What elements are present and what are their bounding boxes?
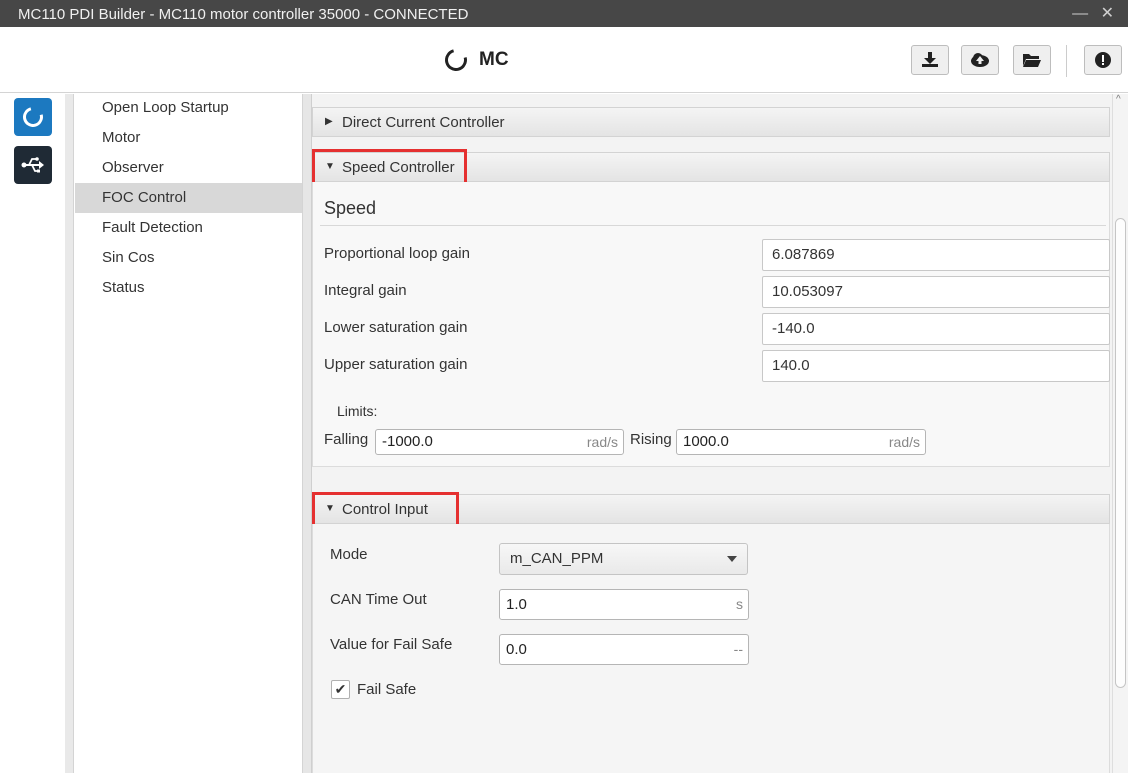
folder-open-icon (1023, 54, 1041, 67)
cloud-upload-icon (971, 53, 989, 67)
highlight-box (312, 149, 467, 186)
nav-item-open-loop-startup[interactable]: Open Loop Startup (75, 94, 302, 123)
section-direct-current-controller[interactable]: ▶ Direct Current Controller (312, 107, 1110, 137)
limits-label: Limits: (337, 403, 378, 419)
integral-gain-label: Integral gain (324, 282, 407, 299)
can-timeout-value: 1.0 (506, 596, 527, 613)
nav-item-status[interactable]: Status (75, 273, 302, 303)
failsafe-checkbox-label: Fail Safe (357, 681, 417, 698)
collapsed-arrow-icon: ▶ (325, 116, 333, 127)
lower-saturation-gain-input[interactable]: -140.0 (762, 313, 1110, 345)
rising-label: Rising (630, 431, 672, 448)
falling-limit-unit: rad/s (586, 434, 618, 450)
can-timeout-unit: s (736, 596, 743, 612)
speed-subheading: Speed (324, 198, 377, 218)
nav-item-foc-control[interactable]: FOC Control (75, 183, 302, 213)
vertical-scrollbar[interactable]: ^ (1112, 94, 1128, 773)
highlight-box (312, 492, 459, 527)
section-label: Direct Current Controller (342, 114, 505, 131)
mc-ring-icon (19, 103, 47, 131)
falling-limit-input[interactable]: -1000.0 rad/s (375, 429, 624, 455)
proportional-gain-input[interactable]: 6.087869 (762, 239, 1110, 271)
mc-ring-icon (440, 44, 472, 76)
nav-item-motor[interactable]: Motor (75, 123, 302, 153)
usb-icon (21, 157, 44, 173)
failsafe-value-input[interactable]: 0.0 -- (499, 634, 749, 665)
divider (320, 225, 1106, 226)
chevron-down-icon (727, 556, 737, 562)
falling-limit-value: -1000.0 (382, 433, 433, 450)
can-timeout-input[interactable]: 1.0 s (499, 589, 749, 620)
proportional-gain-label: Proportional loop gain (324, 245, 470, 262)
mc-app-button[interactable] (14, 98, 52, 136)
mode-selected-value: m_CAN_PPM (510, 550, 604, 567)
falling-label: Falling (324, 431, 369, 448)
left-icon-strip (0, 94, 74, 773)
download-button[interactable] (911, 45, 949, 75)
rising-limit-value: 1000.0 (683, 433, 729, 450)
cloud-upload-button[interactable] (961, 45, 999, 75)
main-content: ▶ Direct Current Controller ▼ Speed Cont… (312, 94, 1112, 773)
nav-tree: Open Loop Startup Motor Observer FOC Con… (75, 94, 303, 773)
nav-item-fault-detection[interactable]: Fault Detection (75, 213, 302, 243)
nav-item-sin-cos[interactable]: Sin Cos (75, 243, 302, 273)
usb-button[interactable] (14, 146, 52, 184)
toolbar-separator (1066, 45, 1067, 77)
upper-saturation-gain-input[interactable]: 140.0 (762, 350, 1110, 382)
nav-item-observer[interactable]: Observer (75, 153, 302, 183)
mode-label: Mode (330, 546, 368, 563)
scrollbar-thumb[interactable] (1115, 218, 1126, 688)
nav-splitter[interactable] (303, 94, 312, 773)
failsafe-checkbox[interactable]: ✔ (331, 680, 350, 699)
download-icon (922, 52, 938, 67)
window-controls[interactable]: — ✕ (1072, 3, 1118, 23)
mode-select[interactable]: m_CAN_PPM (499, 543, 748, 575)
window-title: MC110 PDI Builder - MC110 motor controll… (18, 6, 469, 23)
integral-gain-input[interactable]: 10.053097 (762, 276, 1110, 308)
can-timeout-label: CAN Time Out (330, 591, 427, 608)
app-header: MC (0, 27, 1128, 93)
checkmark-icon: ✔ (334, 681, 347, 697)
rising-limit-input[interactable]: 1000.0 rad/s (676, 429, 926, 455)
failsafe-value-label: Value for Fail Safe (330, 636, 453, 653)
failsafe-value-unit: -- (733, 641, 743, 657)
alert-button[interactable] (1084, 45, 1122, 75)
window-titlebar: MC110 PDI Builder - MC110 motor controll… (0, 0, 1128, 27)
rising-limit-unit: rad/s (888, 434, 920, 450)
failsafe-value: 0.0 (506, 641, 527, 658)
app-brand: MC (440, 44, 509, 76)
upper-saturation-gain-label: Upper saturation gain (324, 356, 468, 373)
open-folder-button[interactable] (1013, 45, 1051, 75)
brand-label: MC (479, 49, 509, 70)
lower-saturation-gain-label: Lower saturation gain (324, 319, 468, 336)
alert-icon (1095, 52, 1111, 68)
scroll-up-icon[interactable]: ^ (1116, 94, 1121, 105)
